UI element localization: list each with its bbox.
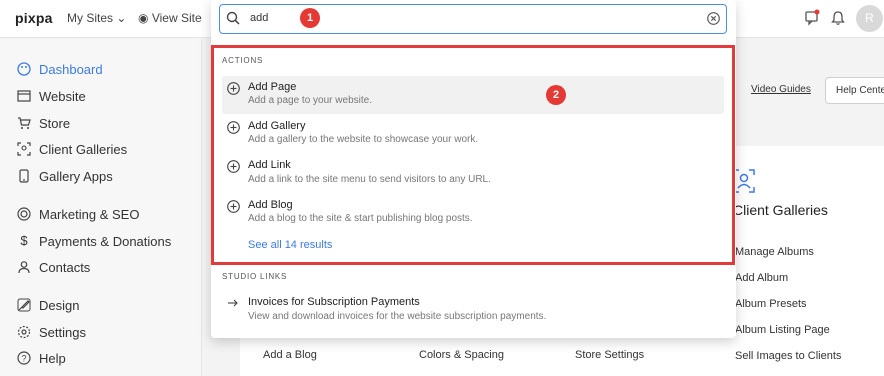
bell-icon[interactable] bbox=[829, 9, 847, 27]
sidebar-item-design[interactable]: Design bbox=[17, 295, 79, 315]
add-album-link[interactable]: Add Album bbox=[735, 272, 788, 284]
website-icon bbox=[17, 90, 31, 102]
palette-icon bbox=[17, 62, 31, 76]
sidebar-item-label: Client Galleries bbox=[39, 141, 128, 157]
dollar-icon: $ bbox=[20, 233, 28, 248]
sidebar-item-settings[interactable]: Settings bbox=[17, 322, 86, 342]
sidebar-item-label: Payments & Donations bbox=[39, 233, 172, 249]
sidebar-item-label: Marketing & SEO bbox=[39, 206, 140, 222]
annotation-badge-1: 1 bbox=[300, 8, 320, 28]
client-galleries-icon bbox=[733, 169, 755, 193]
design-icon bbox=[17, 298, 31, 312]
sidebar-item-label: Design bbox=[39, 297, 80, 313]
target-icon bbox=[17, 207, 31, 221]
sidebar-item-label: Store bbox=[39, 115, 71, 131]
annotation-highlight-box bbox=[211, 45, 735, 265]
sidebar-item-label: Contacts bbox=[39, 259, 91, 275]
client-galleries-title: Client Galleries bbox=[733, 202, 828, 218]
arrow-right-icon bbox=[228, 299, 238, 307]
sidebar-item-label: Help bbox=[39, 350, 66, 366]
sell-images-to-clients-link[interactable]: Sell Images to Clients bbox=[735, 350, 841, 362]
view-site-link[interactable]: ◉ View Site bbox=[138, 11, 202, 25]
view-site-label: View Site bbox=[151, 11, 202, 25]
user-icon bbox=[18, 261, 30, 274]
sidebar-item-label: Website bbox=[39, 88, 86, 104]
studio-links-section-label: STUDIO LINKS bbox=[222, 272, 288, 281]
sidebar-item-marketing-seo[interactable]: Marketing & SEO bbox=[17, 204, 139, 224]
sidebar-item-label: Gallery Apps bbox=[39, 168, 113, 184]
svg-text:?: ? bbox=[21, 354, 26, 364]
gear-icon bbox=[17, 325, 31, 339]
pixpa-logo[interactable]: pixpa bbox=[15, 10, 53, 26]
eye-icon: ◉ bbox=[138, 11, 149, 25]
sidebar-item-website[interactable]: Website bbox=[17, 86, 86, 106]
sidebar-item-label: Settings bbox=[39, 324, 86, 340]
sidebar-item-gallery-apps[interactable]: Gallery Apps bbox=[17, 166, 113, 186]
sidebar-item-dashboard[interactable]: Dashboard bbox=[17, 59, 103, 79]
result-description: View and download invoices for the websi… bbox=[248, 311, 547, 322]
chat-icon[interactable] bbox=[803, 9, 821, 27]
manage-albums-link[interactable]: Manage Albums bbox=[735, 246, 814, 258]
avatar[interactable]: R bbox=[856, 5, 883, 32]
sidebar-item-payments-donations[interactable]: $ Payments & Donations bbox=[17, 231, 171, 251]
store-settings-link[interactable]: Store Settings bbox=[575, 349, 644, 361]
mobile-icon bbox=[19, 169, 29, 183]
cart-icon bbox=[18, 117, 31, 129]
colors-spacing-link[interactable]: Colors & Spacing bbox=[419, 349, 504, 361]
clear-icon[interactable] bbox=[707, 12, 720, 25]
search-icon bbox=[226, 11, 240, 25]
album-presets-link[interactable]: Album Presets bbox=[735, 298, 807, 310]
sidebar-item-store[interactable]: Store bbox=[17, 113, 70, 133]
sidebar-item-help[interactable]: ? Help bbox=[17, 348, 66, 368]
sidebar-item-contacts[interactable]: Contacts bbox=[17, 257, 90, 277]
my-sites-label: My Sites bbox=[67, 11, 114, 25]
help-icon: ? bbox=[17, 351, 31, 365]
client-galleries-icon bbox=[17, 142, 31, 156]
my-sites-menu[interactable]: My Sites ⌄ bbox=[67, 11, 126, 25]
sidebar-item-label: Dashboard bbox=[39, 61, 103, 77]
chevron-down-icon: ⌄ bbox=[116, 11, 127, 25]
sidebar-item-client-galleries[interactable]: Client Galleries bbox=[17, 139, 127, 159]
help-center-button[interactable]: Help Center bbox=[825, 77, 884, 104]
video-guides-link[interactable]: Video Guides bbox=[751, 84, 811, 95]
album-listing-page-link[interactable]: Album Listing Page bbox=[735, 324, 830, 336]
result-title: Invoices for Subscription Payments bbox=[248, 296, 420, 308]
add-a-blog-link[interactable]: Add a Blog bbox=[263, 349, 317, 361]
